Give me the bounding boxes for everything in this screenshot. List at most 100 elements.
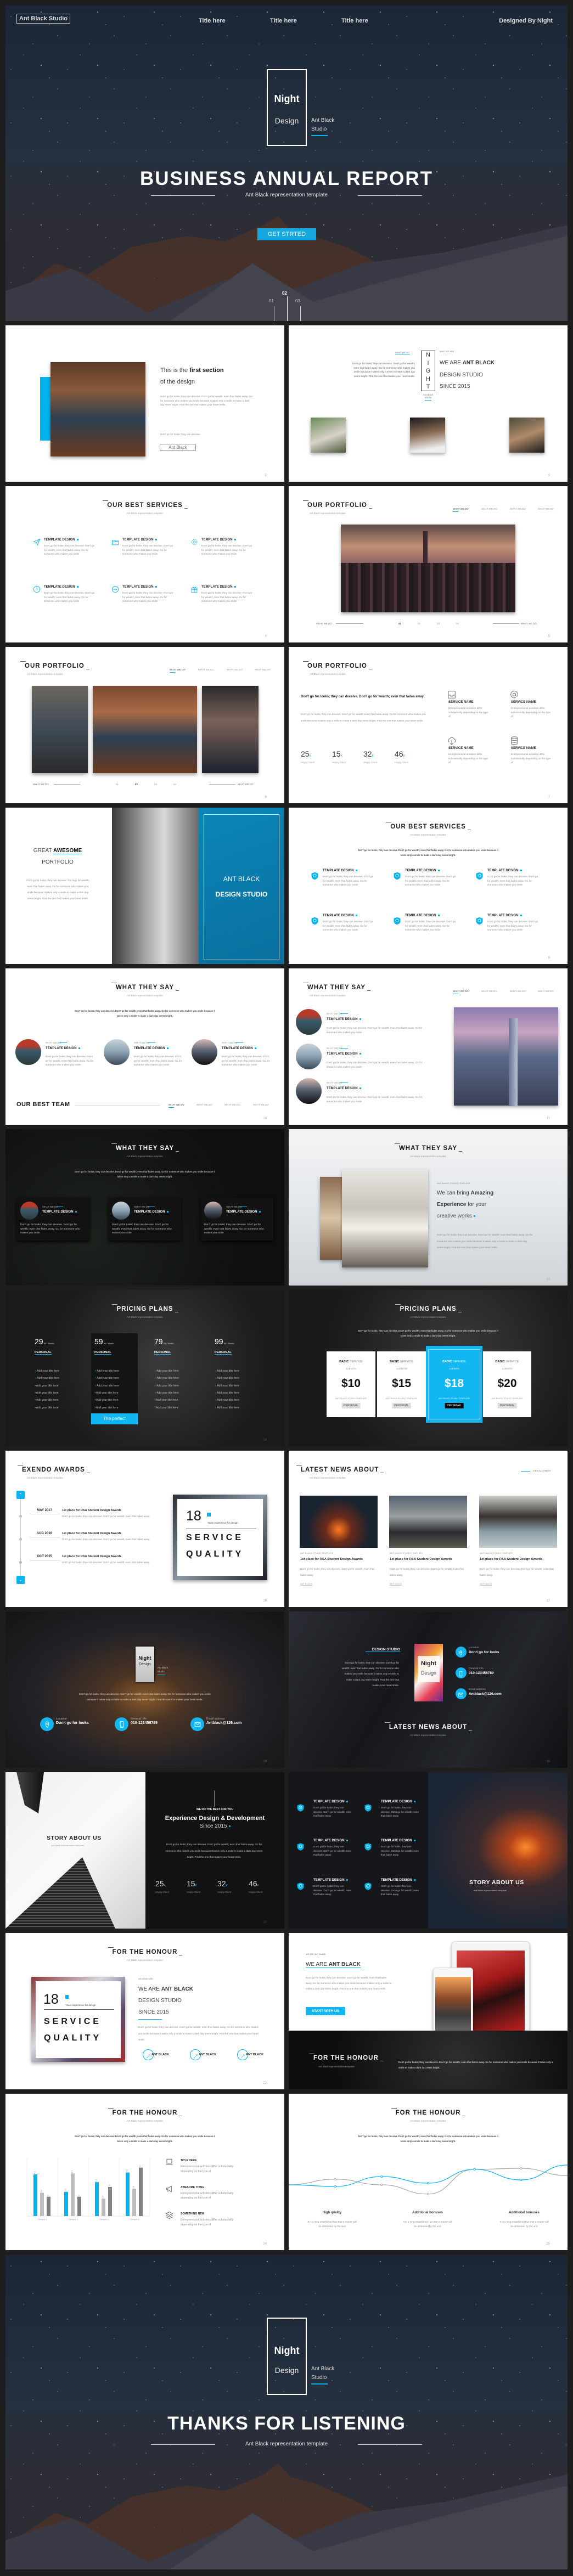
pricing-card[interactable]: BASIC SERVICE 12$/MON $15 ANT BLACK STUDIO … [377, 1351, 426, 1417]
plan-name: PERSONAL [35, 1351, 52, 1355]
1[interactable]: WHAT WE DO [196, 1103, 212, 1106]
nav-link-2[interactable]: Title here [270, 18, 297, 24]
avatar [192, 1039, 217, 1065]
plan-button[interactable]: PERSENAL [497, 1403, 517, 1408]
pen-icon [193, 2052, 199, 2059]
role-label: WHAT WE DO [42, 1205, 58, 1208]
feature-label: Add your title here [217, 1391, 239, 1395]
view-all-link[interactable]: VIEW ALL PARTS [533, 1469, 550, 1472]
decor [364, 1804, 372, 1812]
decor [425, 400, 431, 401]
price-value: 99 [215, 1337, 223, 1346]
price-period: .99 / Month [162, 1342, 174, 1345]
service-title: TEMPLATE DESIGN [313, 1839, 348, 1842]
sub: Ant Black representation template [127, 512, 163, 515]
slide-title: WHAT THEY SAY [5, 983, 284, 991]
list-desc: Entrepreneurial activities differ substa… [181, 2165, 234, 2173]
2[interactable]: WHAT WE DO [510, 990, 526, 993]
3[interactable]: 04 [173, 783, 176, 786]
2[interactable]: 03 [437, 622, 440, 625]
award-date: MAY 2017 [37, 1509, 52, 1512]
award-title: 1st place for RSA Student Design Awards [62, 1509, 122, 1512]
decor: 32K [363, 749, 374, 758]
at-sign-icon [509, 690, 519, 700]
portfolio-photo-2 [93, 686, 197, 773]
contact-value: Don't go for looks [469, 1650, 499, 1654]
award-desc: Don't go for looks; they can deceive. Do… [62, 1561, 150, 1564]
3[interactable]: WHAT WE DO [255, 668, 271, 671]
tab-4[interactable]: WHAT WE DO [538, 508, 554, 510]
award-title: 1st place for RSA Student Design Awards [62, 1532, 122, 1535]
pricing-card[interactable]: BASIC SERVICE 12$/MON $10 ANT BLACK STUDIO … [327, 1351, 375, 1417]
l2: DESIGN STUDIO [440, 372, 483, 378]
0[interactable]: WHAT WE DO [453, 990, 469, 994]
feature-item: ✓Add your title here [215, 1377, 239, 1380]
active[interactable]: 02 [135, 783, 138, 786]
member-title: TEMPLATE DESIGN [134, 1210, 168, 1214]
3[interactable]: WHAT WE DO [253, 1103, 269, 1106]
2[interactable]: 03 [154, 783, 157, 786]
ant: ANT BLACK [223, 875, 260, 883]
lead: Don't go for looks; they can deceive. Do… [301, 695, 425, 698]
slide-4: OUR BEST SERVICES Ant Black representati… [5, 486, 284, 642]
plan-button[interactable]: PERSENAL [341, 1403, 361, 1408]
chevron-down-icon[interactable]: ⌄ [16, 1576, 25, 1584]
news-title[interactable]: 1st place for RSA Student Design Awards [300, 1558, 363, 1561]
decor: 15K [332, 749, 342, 758]
0[interactable]: WHAT WE DO [168, 1103, 184, 1108]
contact-value: Don't go for looks [56, 1721, 89, 1725]
2[interactable]: WHAT WE DO [224, 1103, 240, 1106]
tower-photo [454, 1007, 558, 1106]
3[interactable]: 04 [456, 622, 459, 625]
3[interactable]: WHAT WE DO [538, 990, 554, 993]
chevron-up-icon[interactable]: ⌃ [16, 1491, 25, 1499]
1[interactable]: 02 [418, 622, 420, 625]
0[interactable]: 01 [116, 783, 119, 786]
news-title[interactable]: 1st place for RSA Student Design Awards [390, 1558, 452, 1561]
1[interactable]: WHAT WE DO [481, 990, 497, 993]
award-desc: Don't go for looks; they can deceive. Do… [62, 1515, 150, 1518]
2[interactable]: WHAT WE DO [227, 668, 243, 671]
nav-right[interactable]: WHAT WE DO [238, 783, 254, 786]
brand-logo[interactable]: Ant Black Studio [16, 14, 71, 24]
decor: 46K [395, 749, 405, 758]
nav-right[interactable]: WHAT WE DO [521, 622, 537, 625]
news-author[interactable]: ANT BLACK [300, 1582, 313, 1586]
pager-next[interactable]: 03 [295, 298, 300, 303]
slide-title: OUR BEST SERVICES [5, 500, 284, 509]
tab-3[interactable]: WHAT WE DO [510, 508, 526, 510]
start-with-us-button[interactable]: START WITH US [306, 2007, 345, 2015]
nav-left[interactable]: WHAT WE DO [316, 622, 332, 625]
plan-button[interactable]: PERSENAL [392, 1403, 411, 1408]
news-author[interactable]: ANT BLACK [390, 1582, 402, 1586]
member-title: TEMPLATE DESIGN [327, 1052, 361, 1056]
news-title[interactable]: 1st place for RSA Student Design Awards [480, 1558, 542, 1561]
pager-prev[interactable]: 01 [269, 298, 274, 303]
pricing-card[interactable]: BASIC SERVICE 12$/MON $20 ANT BLACK STUDIO … [483, 1351, 531, 1417]
1[interactable]: WHAT WE DO [198, 668, 214, 671]
title: WHAT THEY SAY [111, 1143, 179, 1152]
feature-item: ×Add your title here [35, 1391, 59, 1395]
nav-link-3[interactable]: Title here [341, 18, 368, 24]
ant-black-button[interactable]: Ant Black [160, 444, 196, 451]
tab-1[interactable]: WHAT WE DO [453, 508, 469, 512]
heading: DESIGN STUDIO [366, 1648, 400, 1652]
get-started-button[interactable]: GET STRTED [257, 228, 316, 240]
feature-label: Add your title here [156, 1377, 179, 1380]
awesome: AWESOME [53, 848, 82, 854]
nav-left[interactable]: WHAT WE DO [33, 783, 49, 786]
service-desc: Don't go for looks; they can deceive. Do… [381, 1885, 419, 1896]
0[interactable]: WHAT WE DO [170, 668, 186, 673]
plan-button[interactable]: PERSENAL [445, 1403, 464, 1408]
nav-link-1[interactable]: Title here [199, 18, 226, 24]
tab-2[interactable]: WHAT WE DO [481, 508, 497, 510]
title: PRICING PLANS [395, 1304, 462, 1312]
pricing-card[interactable]: BASIC SERVICE 12$/MON $18 ANT BLACK STUDIO … [426, 1346, 482, 1423]
the-perfect-button[interactable]: The perfect [91, 1413, 138, 1424]
slide-18: Night Design Ant Black Studio Don't go fo… [5, 1611, 284, 1768]
0[interactable]: 01 [398, 622, 401, 625]
news-author[interactable]: ANT BLACK [480, 1582, 492, 1586]
plan-label: BASIC SERVICE [377, 1360, 426, 1363]
pager-current[interactable]: 02 [282, 291, 287, 296]
logo-underline [311, 135, 328, 136]
